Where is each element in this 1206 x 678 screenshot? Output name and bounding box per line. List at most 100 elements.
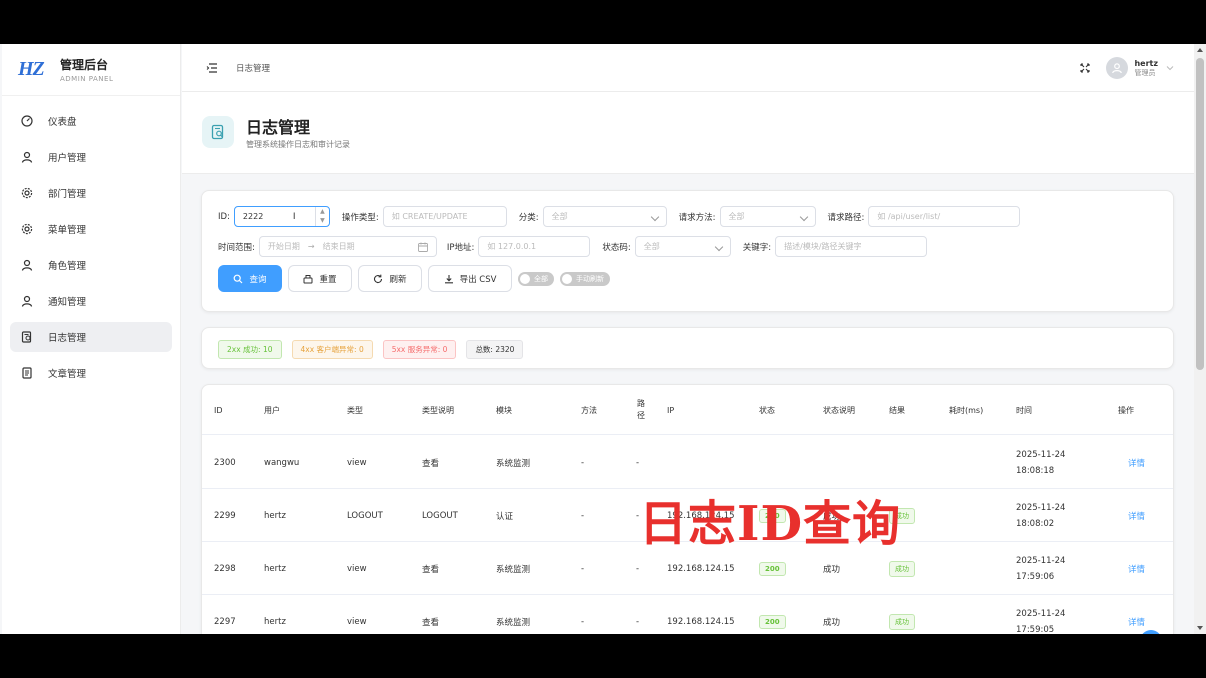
user-menu[interactable]: hertz 管理员 — [1106, 57, 1174, 79]
page-title: 日志管理 — [246, 118, 311, 137]
detail-link[interactable]: 详情 — [1128, 595, 1145, 634]
sidebar-item-label: 部门管理 — [48, 189, 87, 200]
detail-link[interactable]: 详情 — [1128, 436, 1145, 489]
cell-result: 成功 — [889, 436, 915, 489]
column-header[interactable]: 状态说明 — [823, 385, 855, 435]
ip-label: IP地址: — [446, 242, 475, 253]
detail-link[interactable]: 详情 — [1128, 489, 1145, 542]
status-select[interactable]: 全部 — [634, 236, 731, 257]
toggle-knob — [520, 273, 530, 284]
manual-refresh-toggle[interactable]: 手动刷新 — [560, 271, 610, 286]
method-label: 请求方法: — [678, 212, 716, 223]
date-range-picker[interactable]: 开始日期 → 结束日期 — [258, 236, 437, 257]
scroll-down-icon[interactable] — [1197, 626, 1203, 630]
sidebar-item-departments[interactable]: 部门管理 — [10, 178, 172, 208]
ip-placeholder: 如 127.0.0.1 — [487, 242, 537, 251]
total-count-badge: 总数: 2320 — [466, 340, 524, 359]
path-input[interactable]: 如 /api/user/list/ — [868, 206, 1021, 227]
show-all-toggle[interactable]: 全部 — [518, 271, 554, 286]
export-button-label: 导出 CSV — [459, 274, 497, 285]
breadcrumb[interactable]: 日志管理 — [236, 62, 270, 74]
sidebar-item-logs[interactable]: 日志管理 — [10, 322, 172, 352]
sidebar-item-articles[interactable]: 文章管理 — [10, 358, 172, 388]
query-button-label: 查询 — [249, 274, 267, 285]
column-header[interactable]: 路径 — [636, 385, 646, 435]
column-header[interactable]: 类型说明 — [422, 385, 454, 435]
id-stepper[interactable]: ▲ ▼ — [314, 207, 329, 226]
sidebar-item-label: 用户管理 — [48, 153, 87, 164]
filter-panel: ID: 2222 I ▲ ▼ 操作类型: 如 CREATE/UPDATE 分类: … — [201, 190, 1174, 312]
refresh-button[interactable]: 刷新 — [358, 265, 422, 292]
cell-method: - — [581, 510, 585, 521]
brand-logo[interactable]: HZ 管理后台 ADMIN PANEL — [2, 44, 180, 96]
search-icon — [234, 274, 243, 283]
stepper-down-icon[interactable]: ▼ — [316, 216, 329, 225]
sidebar-item-users[interactable]: 用户管理 — [10, 142, 172, 172]
cell-id: 2297 — [214, 616, 236, 627]
scroll-up-icon[interactable] — [1197, 48, 1203, 52]
sidebar-item-roles[interactable]: 角色管理 — [10, 250, 172, 280]
category-value: 全部 — [551, 212, 568, 221]
column-header[interactable]: 类型 — [347, 385, 363, 435]
cell-user: hertz — [264, 563, 286, 574]
menu-collapse-icon[interactable] — [206, 61, 220, 75]
chevron-down-icon — [1166, 66, 1174, 71]
cell-type-desc: 查看 — [422, 564, 440, 575]
column-header[interactable]: 操作 — [1118, 385, 1134, 435]
reset-button[interactable]: 重置 — [288, 265, 352, 292]
sidebar-item-menus[interactable]: 菜单管理 — [10, 214, 172, 244]
detail-link[interactable]: 详情 — [1128, 542, 1145, 595]
refresh-button-label: 刷新 — [389, 274, 407, 285]
cell-module: 认证 — [496, 511, 514, 522]
cell-user: hertz — [264, 616, 286, 627]
keyword-input[interactable]: 描述/模块/路径关键字 — [775, 236, 928, 257]
cell-clock: 17:59:06 — [1016, 571, 1055, 582]
server-error-count-badge: 5xx 服务异常: 0 — [382, 340, 457, 359]
refresh-icon — [374, 274, 383, 283]
user-name: hertz — [1134, 58, 1158, 68]
sidebar-item-notifications[interactable]: 通知管理 — [10, 286, 172, 316]
query-button[interactable]: 查询 — [218, 265, 282, 292]
top-header: 日志管理 hertz 管理员 — [182, 44, 1194, 92]
cell-date: 2025-11-24 — [1016, 608, 1066, 619]
page-description: 管理系统操作日志和审计记录 — [246, 140, 350, 149]
op-type-input[interactable]: 如 CREATE/UPDATE — [382, 206, 507, 227]
scroll-thumb[interactable] — [1196, 58, 1204, 370]
stepper-up-icon[interactable]: ▲ — [316, 207, 329, 216]
export-csv-button[interactable]: 导出 CSV — [428, 265, 512, 292]
sidebar-item-label: 角色管理 — [48, 261, 87, 272]
table-row[interactable]: 2300 wangwu view 查看 系统监测 - - 成功 2025-11-… — [202, 436, 1173, 489]
overlay-caption: 日志ID查询 — [639, 496, 902, 552]
column-header[interactable]: 时间 — [1016, 385, 1032, 435]
cell-method: - — [581, 616, 585, 627]
column-header[interactable]: 用户 — [264, 385, 280, 435]
download-icon — [444, 274, 453, 283]
cell-path: - — [636, 457, 640, 468]
table-row[interactable]: 2297 hertz view 查看 系统监测 - - 192.168.124.… — [202, 595, 1173, 635]
cell-id: 2300 — [214, 457, 236, 468]
category-select[interactable]: 全部 — [542, 206, 667, 227]
column-header[interactable]: 状态 — [759, 385, 775, 435]
cell-date: 2025-11-24 — [1016, 449, 1066, 460]
status-value: 全部 — [643, 242, 660, 251]
column-header[interactable]: IP — [667, 385, 674, 435]
cell-type: view — [347, 616, 367, 627]
column-header[interactable]: 方法 — [581, 385, 597, 435]
calendar-icon[interactable] — [417, 242, 428, 252]
column-header[interactable]: 耗时(ms) — [949, 385, 983, 435]
method-select[interactable]: 全部 — [719, 206, 816, 227]
cell-clock: 18:08:02 — [1016, 518, 1055, 529]
reset-icon — [303, 274, 313, 283]
column-header[interactable]: 模块 — [496, 385, 512, 435]
sidebar-item-dashboard[interactable]: 仪表盘 — [10, 106, 172, 136]
client-error-count-badge: 4xx 客户端异常: 0 — [291, 340, 373, 359]
category-label: 分类: — [518, 212, 539, 223]
show-all-toggle-label: 全部 — [534, 274, 548, 283]
ip-input[interactable]: 如 127.0.0.1 — [478, 236, 591, 257]
status-label: 状态码: — [602, 242, 631, 253]
column-header[interactable]: ID — [214, 385, 223, 435]
page-scrollbar[interactable] — [1194, 44, 1206, 634]
column-header[interactable]: 结果 — [889, 385, 905, 435]
fullscreen-icon[interactable] — [1078, 61, 1092, 75]
id-input[interactable]: 2222 I ▲ ▼ — [233, 206, 330, 227]
